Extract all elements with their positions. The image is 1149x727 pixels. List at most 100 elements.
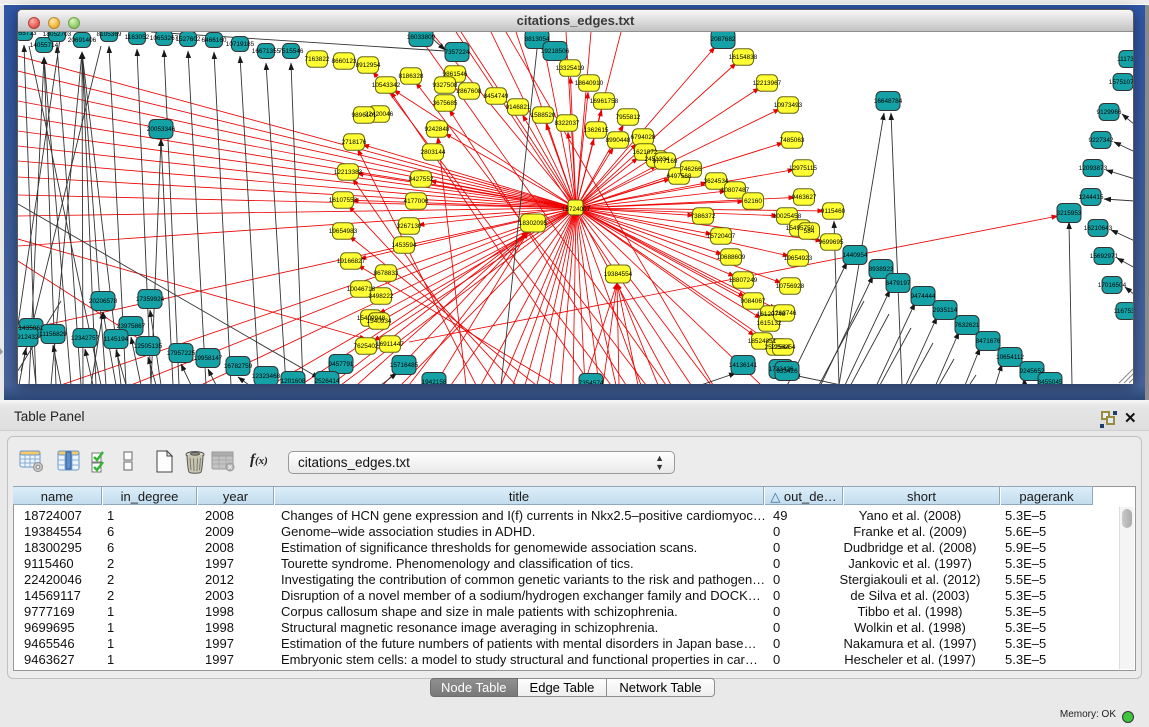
svg-text:14055714: 14055714 xyxy=(30,42,59,49)
svg-text:1201608: 1201608 xyxy=(281,378,306,384)
svg-text:8455045: 8455045 xyxy=(1038,379,1063,384)
svg-text:2867608: 2867608 xyxy=(457,88,482,95)
svg-text:20053346: 20053346 xyxy=(147,126,176,133)
svg-text:18640910: 18640910 xyxy=(575,80,604,87)
svg-text:9084067: 9084067 xyxy=(741,298,766,305)
svg-text:1621072: 1621072 xyxy=(633,149,658,156)
svg-text:15692971: 15692971 xyxy=(1090,253,1119,260)
svg-text:18807249: 18807249 xyxy=(729,277,758,284)
svg-text:7163822: 7163822 xyxy=(305,56,330,63)
svg-text:1453594: 1453594 xyxy=(392,242,417,249)
svg-text:9955713: 9955713 xyxy=(18,32,37,37)
svg-text:746266: 746266 xyxy=(680,166,702,173)
svg-text:4177006: 4177006 xyxy=(404,198,429,205)
svg-text:18724007: 18724007 xyxy=(562,206,591,213)
svg-text:15720407: 15720407 xyxy=(707,233,736,240)
svg-text:8105369: 8105369 xyxy=(97,32,122,38)
svg-text:19384554: 19384554 xyxy=(604,271,633,278)
svg-text:8322037: 8322037 xyxy=(555,120,580,127)
svg-text:8912954: 8912954 xyxy=(356,62,381,69)
svg-text:7386372: 7386372 xyxy=(691,213,716,220)
svg-text:9861546: 9861546 xyxy=(443,71,468,78)
svg-text:10543342: 10543342 xyxy=(372,82,401,89)
svg-text:16210643: 16210643 xyxy=(1084,225,1113,232)
svg-text:6479197: 6479197 xyxy=(886,280,911,287)
svg-text:3912432: 3912432 xyxy=(18,334,39,341)
svg-text:18302095: 18302095 xyxy=(519,220,548,227)
svg-text:10807487: 10807487 xyxy=(721,187,750,194)
svg-text:2087682: 2087682 xyxy=(711,36,736,43)
svg-text:16911447: 16911447 xyxy=(376,341,404,348)
svg-text:7354574: 7354574 xyxy=(579,380,604,384)
svg-text:12342757: 12342757 xyxy=(71,335,100,342)
svg-text:8186328: 8186328 xyxy=(399,73,424,80)
svg-text:20691406: 20691406 xyxy=(68,37,97,44)
svg-text:3215953: 3215953 xyxy=(1057,210,1082,217)
svg-text:16154838: 16154838 xyxy=(729,54,758,61)
svg-text:8938923: 8938923 xyxy=(869,266,894,273)
svg-text:8427552: 8427552 xyxy=(409,176,434,183)
svg-text:1527602: 1527602 xyxy=(176,36,201,43)
svg-text:62160: 62160 xyxy=(744,198,762,205)
svg-text:7955812: 7955812 xyxy=(616,114,641,121)
svg-text:9327508: 9327508 xyxy=(433,82,458,89)
svg-text:9242848: 9242848 xyxy=(425,126,450,133)
svg-text:9457791: 9457791 xyxy=(329,361,354,368)
svg-text:8990448: 8990448 xyxy=(606,137,631,144)
svg-text:933426: 933426 xyxy=(776,368,798,375)
svg-text:9115460: 9115460 xyxy=(821,208,846,215)
svg-text:19218506: 19218506 xyxy=(541,48,570,55)
svg-text:19166827: 19166827 xyxy=(337,258,366,265)
svg-text:14136141: 14136141 xyxy=(729,362,758,369)
svg-text:7357224: 7357224 xyxy=(445,49,470,56)
svg-text:7515546: 7515546 xyxy=(279,48,304,55)
svg-text:1440954: 1440954 xyxy=(843,252,868,259)
svg-text:12213383: 12213383 xyxy=(334,169,363,176)
svg-text:1362615: 1362615 xyxy=(584,127,609,134)
svg-text:11156829: 11156829 xyxy=(39,331,67,338)
svg-text:6466160: 6466160 xyxy=(202,37,227,44)
svg-text:19958147: 19958147 xyxy=(194,355,223,362)
svg-text:3675685: 3675685 xyxy=(433,100,458,107)
svg-text:23975867: 23975867 xyxy=(117,323,146,330)
svg-text:16648784: 16648784 xyxy=(874,98,903,105)
svg-text:9777169: 9777169 xyxy=(653,158,678,165)
svg-text:9227342: 9227342 xyxy=(1089,137,1114,144)
svg-text:2718176: 2718176 xyxy=(342,139,367,146)
svg-text:10654112: 10654112 xyxy=(996,354,1024,361)
svg-text:3267130: 3267130 xyxy=(397,223,422,230)
svg-text:12505135: 12505135 xyxy=(134,343,163,350)
svg-text:9129966: 9129966 xyxy=(1097,109,1122,116)
svg-text:1145194: 1145194 xyxy=(104,336,129,343)
svg-text:10025458: 10025458 xyxy=(773,213,802,220)
svg-text:13325419: 13325419 xyxy=(556,65,585,72)
svg-text:1244415: 1244415 xyxy=(1079,194,1104,201)
svg-text:1540934: 1540934 xyxy=(367,318,392,325)
svg-text:10719185: 10719185 xyxy=(226,41,255,48)
svg-text:1588520: 1588520 xyxy=(531,112,556,119)
svg-text:10688609: 10688609 xyxy=(717,254,746,261)
svg-text:2526414: 2526414 xyxy=(315,378,340,384)
svg-text:10756928: 10756928 xyxy=(776,283,805,290)
svg-text:17016504: 17016504 xyxy=(1098,282,1127,289)
svg-text:9474444: 9474444 xyxy=(911,293,936,300)
svg-text:8454749: 8454749 xyxy=(484,93,509,100)
svg-text:584: 584 xyxy=(804,228,815,235)
svg-text:1163052: 1163052 xyxy=(125,34,150,41)
svg-text:8471676: 8471676 xyxy=(976,338,1001,345)
svg-text:20206578: 20206578 xyxy=(89,298,118,305)
svg-text:10653267: 10653267 xyxy=(150,35,179,42)
svg-text:9463627: 9463627 xyxy=(792,194,817,201)
svg-text:16671355: 16671355 xyxy=(252,48,281,55)
svg-text:10046718: 10046718 xyxy=(347,286,376,293)
svg-text:17957225: 17957225 xyxy=(167,350,196,357)
svg-text:1117380: 1117380 xyxy=(1117,56,1133,63)
svg-text:1256254: 1256254 xyxy=(771,344,796,351)
svg-text:9245652: 9245652 xyxy=(1020,368,1045,375)
svg-text:1263746: 1263746 xyxy=(772,310,797,317)
svg-text:12213967: 12213967 xyxy=(753,80,782,87)
svg-text:12975115: 12975115 xyxy=(789,165,817,172)
svg-text:17359924: 17359924 xyxy=(136,296,165,303)
svg-text:8660123: 8660123 xyxy=(332,58,357,65)
svg-text:12093873: 12093873 xyxy=(1079,165,1108,172)
